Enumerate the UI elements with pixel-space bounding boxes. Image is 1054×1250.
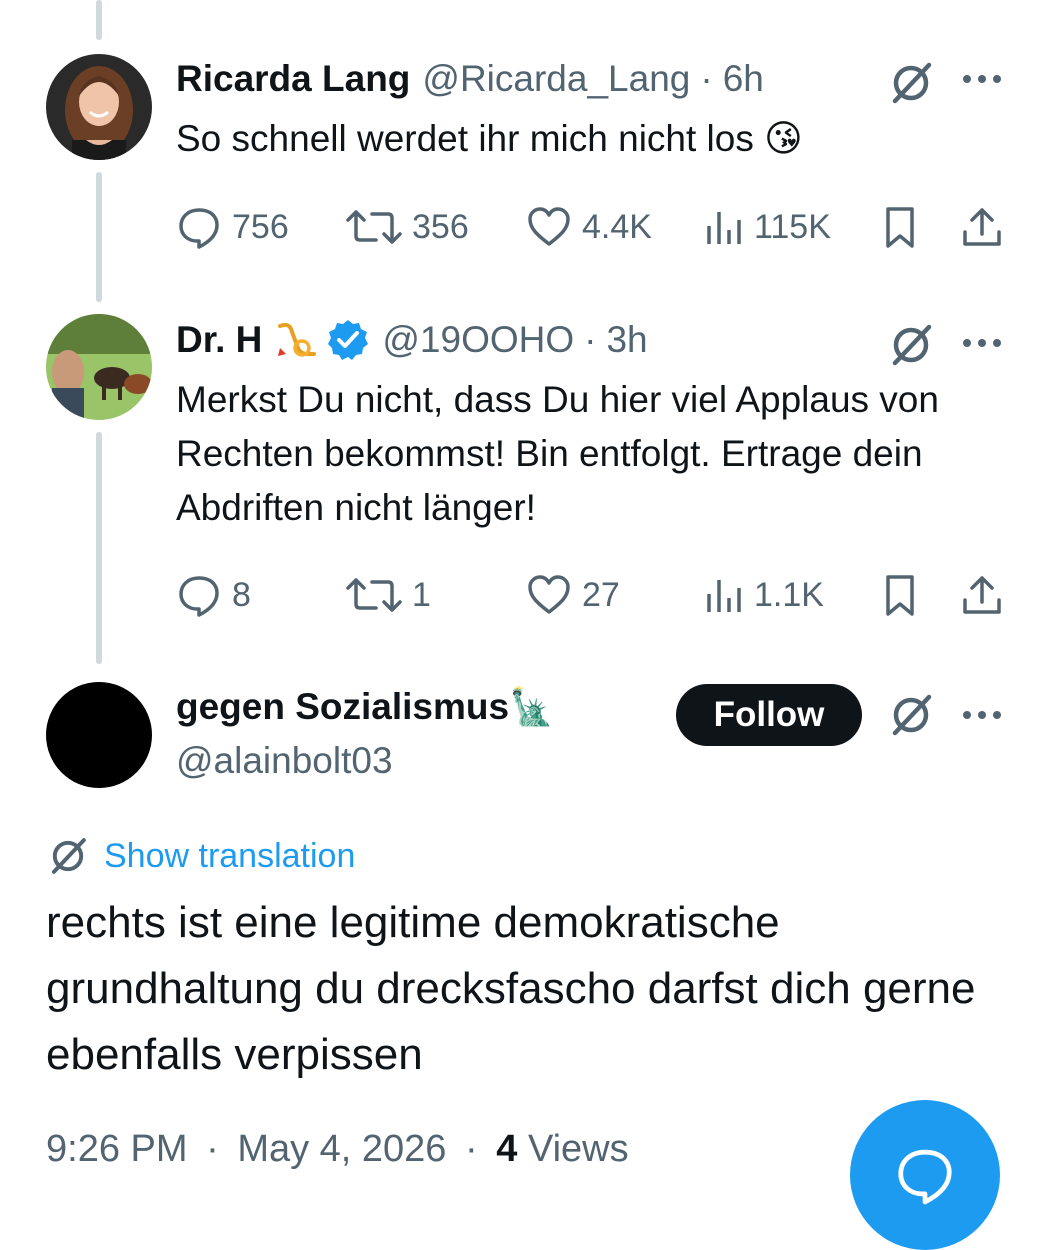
show-translation-link[interactable]: Show translation: [46, 834, 355, 878]
verified-badge-icon: [328, 320, 369, 360]
repost-button[interactable]: 356: [346, 204, 469, 250]
grok-icon[interactable]: [886, 320, 936, 375]
grok-icon[interactable]: [886, 690, 936, 745]
more-icon[interactable]: [960, 700, 1004, 735]
handle-line: @alainbolt03: [176, 740, 393, 782]
avatar[interactable]: [46, 54, 152, 160]
like-icon: [528, 207, 570, 246]
views-button[interactable]: 1.1K: [704, 572, 824, 618]
share-button[interactable]: [960, 572, 1004, 618]
bookmark-icon: [886, 575, 914, 616]
separator: ·: [584, 319, 597, 360]
views-count: 115K: [754, 207, 831, 246]
tweet-text: rechts ist eine legitime demokratische g…: [46, 898, 976, 1079]
repost-count: 356: [412, 207, 469, 246]
more-icon[interactable]: [960, 328, 1004, 363]
post-time[interactable]: 9:26 PM: [46, 1128, 188, 1170]
views-label: Views: [527, 1128, 629, 1170]
tweet-actions: 8 1 27 1.1K: [176, 572, 1006, 622]
like-count: 27: [582, 575, 620, 614]
tweet-text: Merkst Du nicht, dass Du hier viel Appla…: [176, 379, 939, 528]
bookmark-button[interactable]: [880, 204, 920, 250]
tweet-header: gegen Sozialismus 🗽: [176, 686, 554, 728]
thread-line-bottom: [96, 432, 102, 664]
avatar[interactable]: [46, 682, 152, 788]
author-name[interactable]: Ricarda Lang: [176, 58, 410, 100]
bookmark-button[interactable]: [880, 572, 920, 618]
reply-count: 8: [232, 575, 251, 614]
share-icon: [963, 208, 1001, 246]
author-handle[interactable]: @19OOHO: [382, 319, 574, 361]
timestamp[interactable]: 3h: [606, 319, 647, 361]
like-icon: [528, 575, 570, 614]
reply-button[interactable]: 8: [176, 572, 251, 618]
timestamp[interactable]: 6h: [723, 58, 764, 100]
show-translation-label: Show translation: [104, 836, 356, 875]
statue-of-liberty-emoji: 🗽: [509, 686, 554, 727]
like-button[interactable]: 27: [526, 572, 620, 618]
repost-icon: [346, 210, 402, 244]
author-name[interactable]: Dr. H: [176, 319, 262, 361]
repost-count: 1: [412, 575, 431, 614]
views-count[interactable]: 4: [496, 1128, 517, 1170]
reply-count: 756: [232, 207, 289, 246]
post-date[interactable]: May 4, 2026: [237, 1128, 446, 1170]
reply-fab-button[interactable]: [850, 1100, 1000, 1250]
like-button[interactable]: 4.4K: [526, 204, 652, 250]
reply-fab-icon: [898, 1149, 952, 1205]
share-icon: [963, 576, 1001, 614]
grok-icon: [51, 838, 86, 874]
more-icon[interactable]: [960, 64, 1004, 99]
share-button[interactable]: [960, 204, 1004, 250]
repost-icon: [346, 578, 402, 612]
avatar[interactable]: [46, 314, 152, 420]
tweet-text: So schnell werdet ihr mich nicht los 😘: [176, 118, 803, 159]
horn-emoji-icon: [278, 322, 317, 357]
tweet-header: Ricarda Lang @Ricarda_Lang · 6h: [176, 58, 764, 100]
reply-button[interactable]: 756: [176, 204, 289, 250]
bookmark-icon: [886, 207, 914, 248]
avatar-ricarda-image: [46, 54, 152, 160]
views-button[interactable]: 115K: [704, 204, 831, 250]
separator: ·: [465, 1128, 478, 1170]
thread-line-top: [96, 0, 102, 40]
repost-button[interactable]: 1: [346, 572, 431, 618]
views-count: 1.1K: [754, 575, 824, 614]
grok-icon[interactable]: [886, 58, 936, 113]
author-name[interactable]: gegen Sozialismus: [176, 686, 509, 728]
views-icon: [707, 580, 741, 612]
tweet-actions: 756 356 4.4K 115K: [176, 204, 1006, 254]
tweet-header: Dr. H @19OOHO · 3h: [176, 318, 648, 362]
like-count: 4.4K: [582, 207, 652, 246]
views-icon: [707, 212, 741, 244]
tweet-meta: 9:26 PM · May 4, 2026 · 4 Views: [46, 1128, 629, 1171]
reply-icon: [179, 208, 219, 249]
thread-line-mid: [96, 172, 102, 302]
reply-icon: [179, 576, 219, 617]
avatar-dr-h-image: [46, 314, 152, 420]
follow-button[interactable]: Follow: [676, 684, 862, 746]
separator: ·: [206, 1128, 219, 1170]
author-handle[interactable]: @Ricarda_Lang: [422, 58, 690, 100]
author-handle[interactable]: @alainbolt03: [176, 740, 393, 782]
separator: ·: [700, 58, 713, 99]
